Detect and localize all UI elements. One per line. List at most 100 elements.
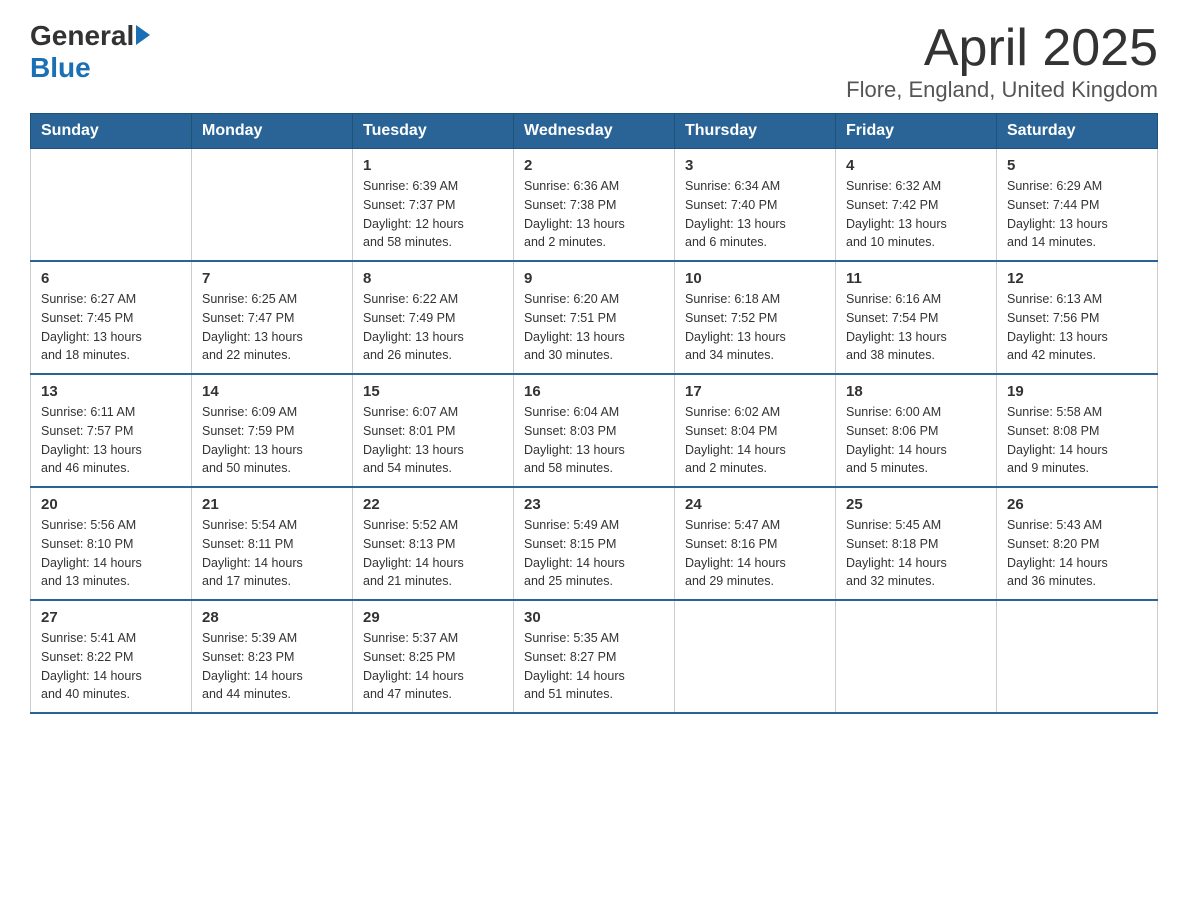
day-info: Sunrise: 6:13 AM Sunset: 7:56 PM Dayligh…: [1007, 290, 1147, 365]
calendar-cell: [31, 149, 192, 262]
day-number: 21: [202, 496, 342, 513]
calendar-cell: 1 Sunrise: 6:39 AM Sunset: 7:37 PM Daylig…: [353, 149, 514, 262]
calendar-cell: 13 Sunrise: 6:11 AM Sunset: 7:57 PM Dayli…: [31, 374, 192, 487]
day-number: 7: [202, 270, 342, 287]
day-info: Sunrise: 5:45 AM Sunset: 8:18 PM Dayligh…: [846, 516, 986, 591]
page-header: General Blue April 2025 Flore, England, …: [30, 20, 1158, 103]
calendar-cell: [675, 600, 836, 713]
calendar-header-tuesday: Tuesday: [353, 114, 514, 149]
calendar-week-row: 13 Sunrise: 6:11 AM Sunset: 7:57 PM Dayli…: [31, 374, 1158, 487]
day-number: 17: [685, 383, 825, 400]
calendar-cell: 18 Sunrise: 6:00 AM Sunset: 8:06 PM Dayli…: [836, 374, 997, 487]
day-number: 11: [846, 270, 986, 287]
calendar-cell: 30 Sunrise: 5:35 AM Sunset: 8:27 PM Dayli…: [514, 600, 675, 713]
day-info: Sunrise: 6:04 AM Sunset: 8:03 PM Dayligh…: [524, 403, 664, 478]
day-info: Sunrise: 6:11 AM Sunset: 7:57 PM Dayligh…: [41, 403, 181, 478]
calendar-cell: 14 Sunrise: 6:09 AM Sunset: 7:59 PM Dayli…: [192, 374, 353, 487]
calendar-cell: 20Sunrise: 5:56 AM Sunset: 8:10 PM Dayli…: [31, 487, 192, 600]
day-number: 2: [524, 157, 664, 174]
day-info: Sunrise: 6:09 AM Sunset: 7:59 PM Dayligh…: [202, 403, 342, 478]
day-info: Sunrise: 6:00 AM Sunset: 8:06 PM Dayligh…: [846, 403, 986, 478]
day-info: Sunrise: 5:39 AM Sunset: 8:23 PM Dayligh…: [202, 629, 342, 704]
day-number: 23: [524, 496, 664, 513]
calendar-cell: 27Sunrise: 5:41 AM Sunset: 8:22 PM Dayli…: [31, 600, 192, 713]
calendar-cell: [997, 600, 1158, 713]
day-number: 13: [41, 383, 181, 400]
day-number: 26: [1007, 496, 1147, 513]
day-number: 30: [524, 609, 664, 626]
day-number: 9: [524, 270, 664, 287]
day-number: 18: [846, 383, 986, 400]
day-info: Sunrise: 6:25 AM Sunset: 7:47 PM Dayligh…: [202, 290, 342, 365]
day-number: 24: [685, 496, 825, 513]
day-info: Sunrise: 6:34 AM Sunset: 7:40 PM Dayligh…: [685, 177, 825, 252]
day-number: 5: [1007, 157, 1147, 174]
calendar-header-friday: Friday: [836, 114, 997, 149]
day-info: Sunrise: 5:52 AM Sunset: 8:13 PM Dayligh…: [363, 516, 503, 591]
calendar-cell: 21 Sunrise: 5:54 AM Sunset: 8:11 PM Dayli…: [192, 487, 353, 600]
calendar-header-thursday: Thursday: [675, 114, 836, 149]
day-info: Sunrise: 6:18 AM Sunset: 7:52 PM Dayligh…: [685, 290, 825, 365]
day-number: 22: [363, 496, 503, 513]
calendar-cell: [836, 600, 997, 713]
day-info: Sunrise: 5:35 AM Sunset: 8:27 PM Dayligh…: [524, 629, 664, 704]
calendar-cell: 24 Sunrise: 5:47 AM Sunset: 8:16 PM Dayli…: [675, 487, 836, 600]
day-info: Sunrise: 6:36 AM Sunset: 7:38 PM Dayligh…: [524, 177, 664, 252]
logo-triangle-icon: [136, 25, 150, 45]
calendar-header-monday: Monday: [192, 114, 353, 149]
day-info: Sunrise: 6:39 AM Sunset: 7:37 PM Dayligh…: [363, 177, 503, 252]
calendar-cell: 10 Sunrise: 6:18 AM Sunset: 7:52 PM Dayli…: [675, 261, 836, 374]
day-number: 27: [41, 609, 181, 626]
calendar-week-row: 6 Sunrise: 6:27 AM Sunset: 7:45 PM Daylig…: [31, 261, 1158, 374]
calendar-header-wednesday: Wednesday: [514, 114, 675, 149]
calendar-cell: 28Sunrise: 5:39 AM Sunset: 8:23 PM Dayli…: [192, 600, 353, 713]
calendar-header-sunday: Sunday: [31, 114, 192, 149]
day-number: 12: [1007, 270, 1147, 287]
day-info: Sunrise: 5:43 AM Sunset: 8:20 PM Dayligh…: [1007, 516, 1147, 591]
calendar-cell: 6 Sunrise: 6:27 AM Sunset: 7:45 PM Daylig…: [31, 261, 192, 374]
logo: General Blue: [30, 20, 150, 84]
day-number: 16: [524, 383, 664, 400]
day-number: 10: [685, 270, 825, 287]
day-info: Sunrise: 6:27 AM Sunset: 7:45 PM Dayligh…: [41, 290, 181, 365]
calendar-cell: 2 Sunrise: 6:36 AM Sunset: 7:38 PM Daylig…: [514, 149, 675, 262]
calendar-cell: 19Sunrise: 5:58 AM Sunset: 8:08 PM Dayli…: [997, 374, 1158, 487]
day-info: Sunrise: 5:47 AM Sunset: 8:16 PM Dayligh…: [685, 516, 825, 591]
title-block: April 2025 Flore, England, United Kingdo…: [846, 20, 1158, 103]
day-info: Sunrise: 6:20 AM Sunset: 7:51 PM Dayligh…: [524, 290, 664, 365]
calendar-week-row: 20Sunrise: 5:56 AM Sunset: 8:10 PM Dayli…: [31, 487, 1158, 600]
calendar-week-row: 1 Sunrise: 6:39 AM Sunset: 7:37 PM Daylig…: [31, 149, 1158, 262]
day-number: 6: [41, 270, 181, 287]
day-info: Sunrise: 5:49 AM Sunset: 8:15 PM Dayligh…: [524, 516, 664, 591]
day-number: 19: [1007, 383, 1147, 400]
calendar-cell: 9 Sunrise: 6:20 AM Sunset: 7:51 PM Daylig…: [514, 261, 675, 374]
day-info: Sunrise: 6:07 AM Sunset: 8:01 PM Dayligh…: [363, 403, 503, 478]
day-info: Sunrise: 5:54 AM Sunset: 8:11 PM Dayligh…: [202, 516, 342, 591]
day-info: Sunrise: 6:29 AM Sunset: 7:44 PM Dayligh…: [1007, 177, 1147, 252]
day-info: Sunrise: 6:22 AM Sunset: 7:49 PM Dayligh…: [363, 290, 503, 365]
calendar-cell: 15 Sunrise: 6:07 AM Sunset: 8:01 PM Dayli…: [353, 374, 514, 487]
day-number: 1: [363, 157, 503, 174]
day-number: 29: [363, 609, 503, 626]
day-number: 8: [363, 270, 503, 287]
calendar-cell: 4 Sunrise: 6:32 AM Sunset: 7:42 PM Daylig…: [836, 149, 997, 262]
calendar-cell: 23 Sunrise: 5:49 AM Sunset: 8:15 PM Dayli…: [514, 487, 675, 600]
calendar-cell: 22 Sunrise: 5:52 AM Sunset: 8:13 PM Dayli…: [353, 487, 514, 600]
calendar-week-row: 27Sunrise: 5:41 AM Sunset: 8:22 PM Dayli…: [31, 600, 1158, 713]
calendar-cell: [192, 149, 353, 262]
day-number: 15: [363, 383, 503, 400]
calendar-title: April 2025: [846, 20, 1158, 77]
day-info: Sunrise: 6:16 AM Sunset: 7:54 PM Dayligh…: [846, 290, 986, 365]
calendar-cell: 3 Sunrise: 6:34 AM Sunset: 7:40 PM Daylig…: [675, 149, 836, 262]
calendar-cell: 11 Sunrise: 6:16 AM Sunset: 7:54 PM Dayli…: [836, 261, 997, 374]
day-number: 3: [685, 157, 825, 174]
calendar-cell: 7 Sunrise: 6:25 AM Sunset: 7:47 PM Daylig…: [192, 261, 353, 374]
day-number: 14: [202, 383, 342, 400]
calendar-header-saturday: Saturday: [997, 114, 1158, 149]
day-info: Sunrise: 6:32 AM Sunset: 7:42 PM Dayligh…: [846, 177, 986, 252]
day-number: 4: [846, 157, 986, 174]
calendar-cell: 5 Sunrise: 6:29 AM Sunset: 7:44 PM Daylig…: [997, 149, 1158, 262]
logo-blue-text: Blue: [30, 52, 91, 83]
day-number: 25: [846, 496, 986, 513]
calendar-cell: 16 Sunrise: 6:04 AM Sunset: 8:03 PM Dayli…: [514, 374, 675, 487]
